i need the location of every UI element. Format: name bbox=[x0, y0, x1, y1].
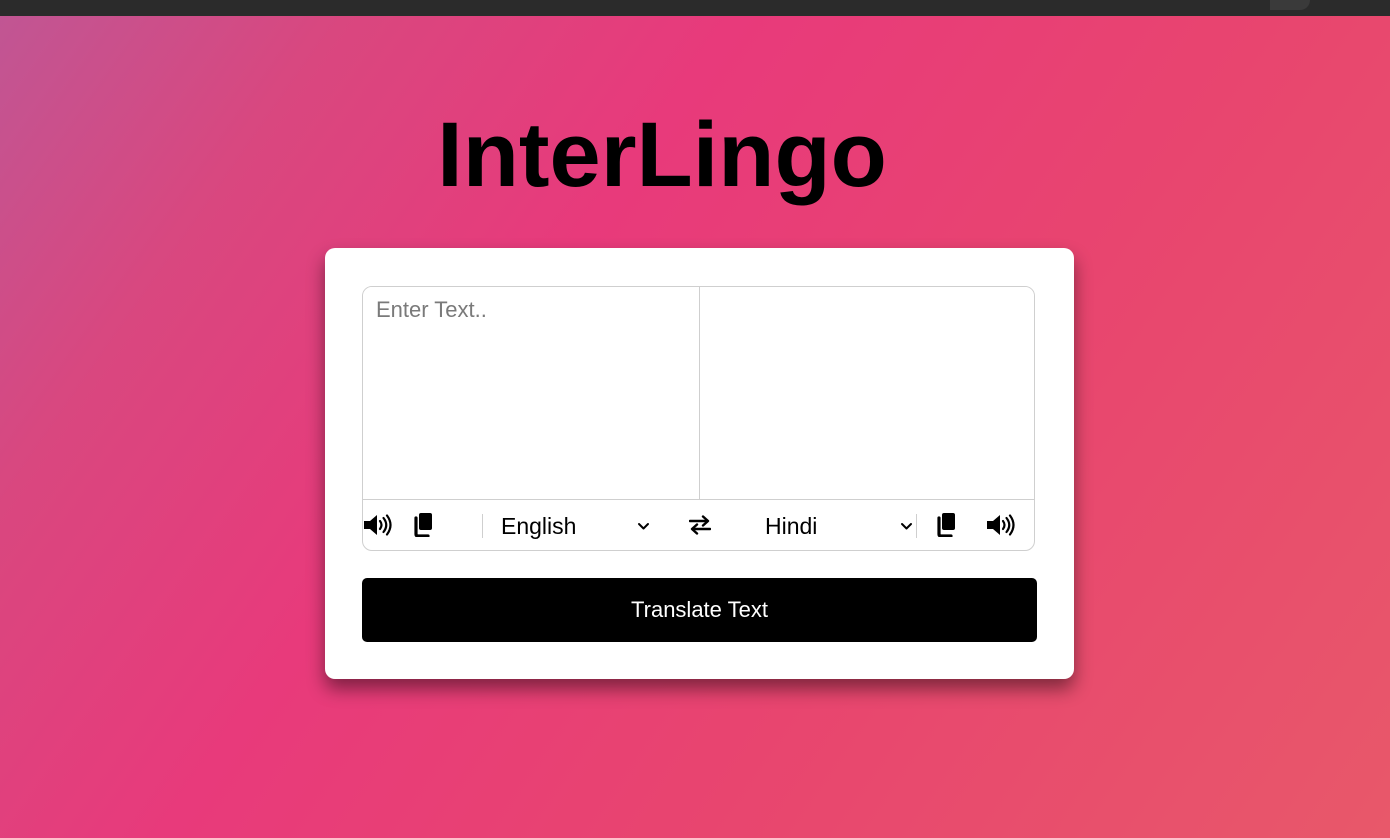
browser-chrome-strip bbox=[0, 0, 1390, 16]
source-speak-button[interactable] bbox=[363, 512, 393, 538]
divider bbox=[916, 514, 917, 538]
chevron-down-icon bbox=[901, 523, 912, 530]
copy-icon bbox=[937, 513, 955, 537]
source-language-label: English bbox=[501, 512, 577, 539]
source-language-select[interactable]: English bbox=[501, 508, 656, 544]
controls-bar: English Hindi bbox=[363, 499, 1034, 550]
browser-tab-edge bbox=[1270, 0, 1310, 10]
volume-icon bbox=[364, 514, 392, 536]
source-copy-button[interactable] bbox=[412, 512, 434, 538]
volume-icon bbox=[987, 514, 1015, 536]
chevron-down-icon bbox=[638, 523, 649, 530]
app-title: InterLingo bbox=[437, 104, 887, 206]
target-language-select[interactable]: Hindi bbox=[765, 508, 915, 544]
target-language-label: Hindi bbox=[765, 512, 818, 539]
exchange-icon bbox=[689, 515, 711, 535]
translate-button[interactable]: Translate Text bbox=[362, 578, 1037, 642]
source-text-input[interactable] bbox=[363, 287, 700, 500]
target-copy-button[interactable] bbox=[935, 512, 957, 538]
translated-text-output[interactable] bbox=[700, 287, 1034, 500]
translator-box: English Hindi bbox=[362, 286, 1035, 551]
target-speak-button[interactable] bbox=[985, 512, 1017, 538]
copy-icon bbox=[414, 513, 432, 537]
translator-card: English Hindi bbox=[325, 248, 1074, 679]
divider bbox=[482, 514, 483, 538]
swap-languages-button[interactable] bbox=[688, 513, 712, 537]
